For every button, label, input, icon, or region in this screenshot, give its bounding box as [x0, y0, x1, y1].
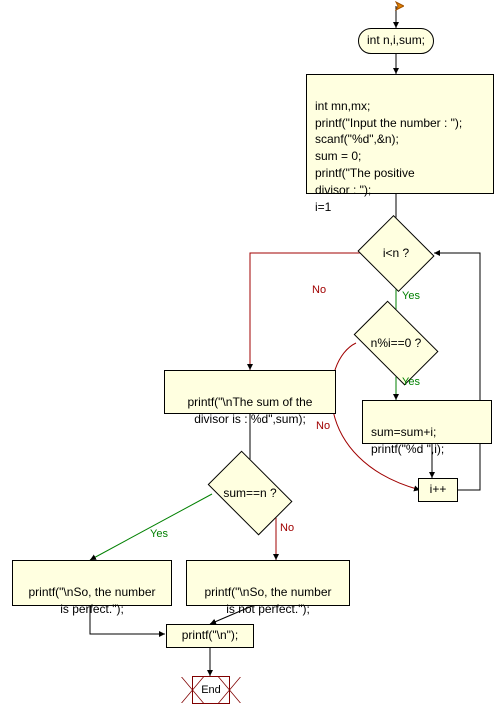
accumulate-text: sum=sum+i; printf("%d ",i); [371, 425, 444, 456]
print-notperfect-text: printf("\nSo, the number is not perfect.… [205, 585, 332, 616]
end-terminator: End [192, 676, 230, 704]
edge-label-mod-yes: Yes [402, 376, 420, 388]
print-newline-text: printf("\n"); [182, 628, 239, 642]
mod-condition: n%i==0 ? [346, 310, 446, 376]
perfect-condition-text: sum==n ? [223, 486, 276, 500]
print-newline-block: printf("\n"); [166, 624, 254, 648]
start-decl-text: int n,i,sum; [367, 33, 425, 47]
edge-label-loop-no: No [312, 284, 326, 296]
accumulate-block: sum=sum+i; printf("%d ",i); [362, 400, 492, 444]
edge-label-perf-yes: Yes [150, 528, 168, 540]
edge-label-perf-no: No [280, 522, 294, 534]
print-sum-text: printf("\nThe sum of the divisor is : %d… [188, 395, 313, 426]
start-terminator: int n,i,sum; [358, 28, 434, 54]
print-perfect-text: printf("\nSo, the number is perfect."); [29, 585, 156, 616]
print-sum-block: printf("\nThe sum of the divisor is : %d… [164, 370, 336, 414]
increment-block: i++ [418, 478, 458, 502]
init-block: int mn,mx; printf("Input the number : ")… [306, 74, 494, 194]
edge-label-loop-yes: Yes [402, 290, 420, 302]
end-text: End [201, 684, 221, 696]
edge-label-mod-no: No [316, 420, 330, 432]
increment-text: i++ [430, 482, 447, 496]
mod-condition-text: n%i==0 ? [371, 336, 422, 350]
loop-condition: i<n ? [356, 218, 436, 288]
init-block-text: int mn,mx; printf("Input the number : ")… [315, 99, 462, 214]
perfect-condition: sum==n ? [200, 460, 300, 526]
print-notperfect-block: printf("\nSo, the number is not perfect.… [186, 560, 350, 606]
print-perfect-block: printf("\nSo, the number is perfect."); [12, 560, 172, 606]
loop-condition-text: i<n ? [383, 246, 409, 260]
